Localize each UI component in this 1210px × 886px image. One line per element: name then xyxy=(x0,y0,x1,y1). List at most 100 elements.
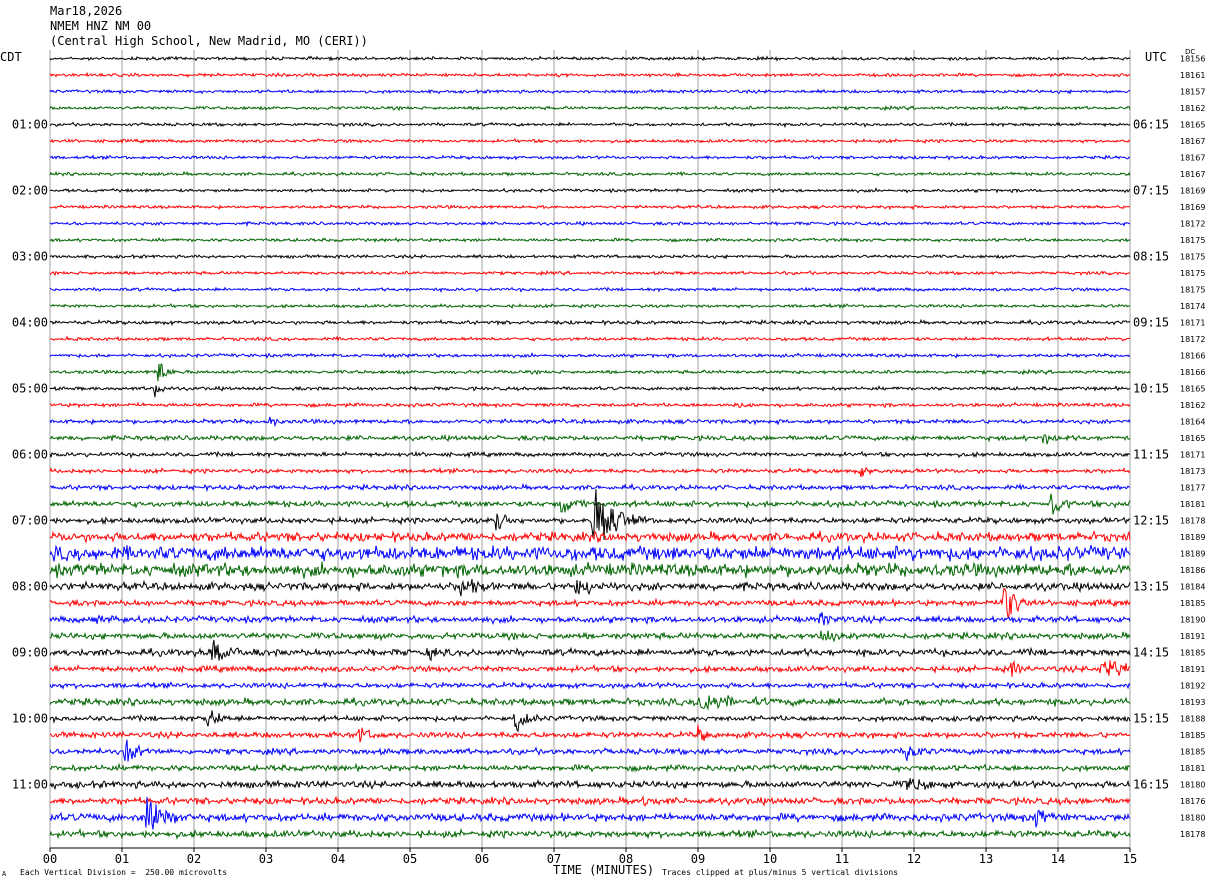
seismic-trace-8 xyxy=(49,187,1131,194)
dc-offset-label: 18172 xyxy=(1180,220,1205,229)
left-time-label: 05:00 xyxy=(12,382,48,396)
dc-offset-label: 18171 xyxy=(1180,451,1205,460)
dc-offset-label: 18167 xyxy=(1180,154,1205,163)
seismic-trace-39 xyxy=(49,695,1131,711)
clipping-note: Traces clipped at plus/minus 5 vertical … xyxy=(662,868,899,877)
seismic-trace-6 xyxy=(49,154,1131,161)
left-time-label: 01:00 xyxy=(12,118,48,132)
seismic-trace-23 xyxy=(49,433,1131,445)
seismic-trace-14 xyxy=(49,286,1131,294)
seismic-trace-33 xyxy=(49,587,1131,618)
seismic-trace-3 xyxy=(49,104,1131,112)
dc-offset-label: 18185 xyxy=(1180,649,1205,658)
seismic-trace-22 xyxy=(49,416,1131,428)
x-tick-label-04: 04 xyxy=(331,852,345,866)
seismic-trace-18 xyxy=(49,352,1131,359)
seismic-trace-5 xyxy=(49,138,1131,145)
seismic-trace-15 xyxy=(49,302,1131,309)
seismic-trace-13 xyxy=(49,269,1131,277)
seismic-trace-40 xyxy=(49,710,1131,733)
seismic-trace-19 xyxy=(49,363,1131,382)
vertical-division-note: Each Vertical Division = 250.00 microvol… xyxy=(20,868,228,877)
x-tick-label-14: 14 xyxy=(1051,852,1065,866)
x-axis-title: TIME (MINUTES) xyxy=(553,863,655,877)
x-tick-label-00: 00 xyxy=(43,852,57,866)
x-tick-label-15: 15 xyxy=(1123,852,1137,866)
dc-offset-label: 18174 xyxy=(1180,302,1205,311)
seismic-trace-26 xyxy=(50,482,1131,493)
seismic-trace-47 xyxy=(49,827,1131,840)
left-time-label: 10:00 xyxy=(12,712,48,726)
dc-offset-label: 18188 xyxy=(1180,715,1205,724)
right-time-label: 14:15 xyxy=(1133,646,1169,660)
dc-offset-label: 18169 xyxy=(1180,203,1205,212)
seismic-trace-1 xyxy=(49,71,1131,79)
left-time-label: 07:00 xyxy=(12,514,48,528)
dc-offset-label: 18176 xyxy=(1180,797,1205,806)
dc-offset-label: 18169 xyxy=(1180,187,1205,196)
seismic-trace-11 xyxy=(49,236,1131,244)
x-tick-label-11: 11 xyxy=(835,852,849,866)
dc-offset-label: 18184 xyxy=(1180,583,1205,592)
left-time-label: 08:00 xyxy=(12,580,48,594)
left-time-label: 11:00 xyxy=(12,778,48,792)
dc-offset-label: 18157 xyxy=(1180,88,1205,97)
dc-offset-label: 18171 xyxy=(1180,319,1205,328)
left-time-label: 06:00 xyxy=(12,448,48,462)
x-tick-label-02: 02 xyxy=(187,852,201,866)
seismic-trace-32 xyxy=(49,578,1131,597)
dc-offset-label: 18178 xyxy=(1180,830,1205,839)
seismic-trace-4 xyxy=(49,121,1131,129)
left-time-label: 04:00 xyxy=(12,316,48,330)
seismic-trace-16 xyxy=(49,318,1131,327)
x-tick-label-03: 03 xyxy=(259,852,273,866)
x-tick-label-09: 09 xyxy=(691,852,705,866)
dc-offset-label: 18177 xyxy=(1180,484,1205,493)
dc-offset-label: 18185 xyxy=(1180,599,1205,608)
seismic-trace-36 xyxy=(49,639,1131,662)
seismic-trace-12 xyxy=(49,253,1131,260)
dc-offset-label: 18189 xyxy=(1180,550,1205,559)
dc-offset-label: 18181 xyxy=(1180,764,1205,773)
dc-offset-label: 18180 xyxy=(1180,814,1205,823)
x-tick-label-10: 10 xyxy=(763,852,777,866)
seismic-trace-27 xyxy=(49,493,1131,515)
seismic-trace-44 xyxy=(49,778,1131,791)
seismic-trace-42 xyxy=(49,739,1131,762)
right-time-label: 08:15 xyxy=(1133,250,1169,264)
dc-offset-label: 18185 xyxy=(1180,731,1205,740)
right-time-label: 09:15 xyxy=(1133,316,1169,330)
dc-offset-label: 18156 xyxy=(1180,55,1205,64)
dc-offset-label: 18165 xyxy=(1180,434,1205,443)
dc-offset-label: 18161 xyxy=(1180,71,1205,80)
dc-offset-label: 18181 xyxy=(1180,500,1205,509)
right-time-label: 16:15 xyxy=(1133,778,1169,792)
left-time-label: 09:00 xyxy=(12,646,48,660)
seismic-trace-28 xyxy=(50,489,1131,541)
dc-offset-label: 18190 xyxy=(1180,616,1205,625)
dc-offset-label: 18193 xyxy=(1180,698,1205,707)
seismic-trace-38 xyxy=(49,680,1131,691)
seismic-trace-24 xyxy=(49,450,1131,459)
dc-offset-label: 18165 xyxy=(1180,385,1205,394)
x-tick-label-01: 01 xyxy=(115,852,129,866)
seismic-trace-43 xyxy=(49,762,1131,774)
dc-offset-label: 18191 xyxy=(1180,665,1205,674)
dc-offset-label: 18175 xyxy=(1180,286,1205,295)
seismic-trace-45 xyxy=(49,795,1131,807)
left-time-label: 02:00 xyxy=(12,184,48,198)
right-time-label: 07:15 xyxy=(1133,184,1169,198)
seismic-trace-0 xyxy=(49,55,1131,62)
dc-offset-label: 18191 xyxy=(1180,632,1205,641)
dc-offset-label: 18166 xyxy=(1180,368,1205,377)
seismic-trace-37 xyxy=(49,660,1131,677)
dc-offset-label: 18164 xyxy=(1180,418,1205,427)
dc-offset-label: 18173 xyxy=(1180,467,1205,476)
dc-offset-label: 18175 xyxy=(1180,253,1205,262)
seismic-trace-20 xyxy=(49,385,1131,398)
left-time-label: 03:00 xyxy=(12,250,48,264)
seismic-trace-2 xyxy=(49,88,1131,95)
x-tick-label-06: 06 xyxy=(475,852,489,866)
seismic-trace-41 xyxy=(49,724,1131,743)
dc-offset-label: 18178 xyxy=(1180,517,1205,526)
